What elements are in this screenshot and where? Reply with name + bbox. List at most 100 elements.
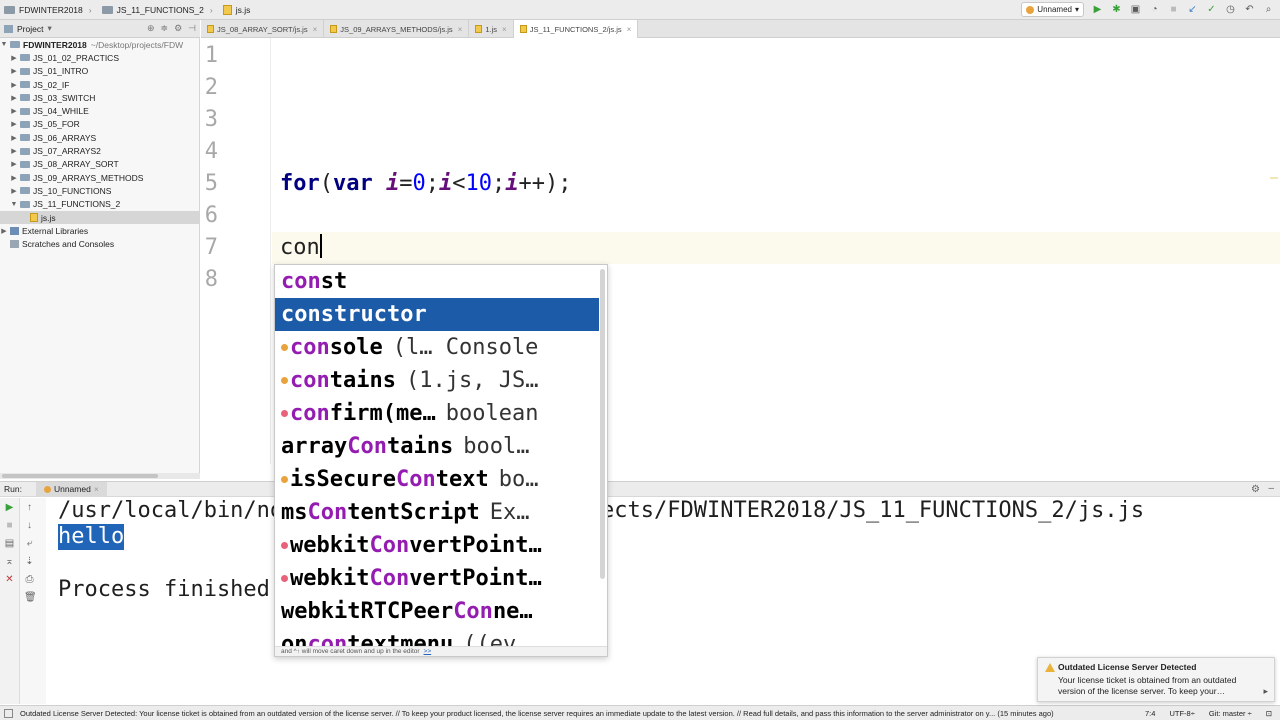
scroll-down-icon[interactable]: ↓ [24, 520, 35, 531]
caret-position[interactable]: 7:4 [1145, 709, 1155, 718]
trash-icon[interactable]: 🗑 [24, 592, 37, 603]
breadcrumb-file[interactable]: js.js [219, 0, 257, 20]
scroll-end-icon[interactable]: ⇣ [24, 556, 35, 567]
locate-icon[interactable]: ⊕ [147, 23, 155, 34]
scrollbar-thumb[interactable] [2, 474, 158, 478]
expand-arrow-icon[interactable]: ▶ [10, 81, 18, 89]
expand-arrow-icon[interactable]: ▼ [10, 201, 18, 208]
completion-item[interactable]: ms Con tentScript Ex… [275, 496, 599, 529]
close-icon[interactable]: × [502, 25, 507, 34]
print-icon[interactable]: ⎙ [24, 574, 35, 585]
minimize-icon[interactable]: – [1268, 483, 1274, 494]
expand-arrow-icon[interactable]: ▶ [10, 94, 18, 102]
gear-icon[interactable]: ⚙ [1251, 484, 1260, 495]
tree-item[interactable]: ▶ JS_06_ARRAYS [0, 131, 199, 144]
completion-item[interactable]: webkit Con vertPoint… [275, 529, 599, 562]
expand-arrow-icon[interactable]: ▶ [0, 227, 8, 235]
completion-item[interactable]: con sole (l… Console [275, 331, 599, 364]
tool-window-toggle-icon[interactable] [4, 709, 13, 718]
expand-icon[interactable]: ▸ [1263, 686, 1268, 697]
run-configuration-select[interactable]: Unnamed ▾ [1021, 2, 1084, 17]
close-icon[interactable]: × [313, 25, 318, 34]
expand-arrow-icon[interactable]: ▶ [10, 187, 18, 195]
tree-item[interactable]: ▶ JS_01_INTRO [0, 65, 199, 78]
tree-item[interactable]: ▶ JS_08_ARRAY_SORT [0, 158, 199, 171]
status-message[interactable]: Outdated License Server Detected: Your l… [0, 709, 1080, 718]
tree-item[interactable]: ▶ JS_09_ARRAYS_METHODS [0, 171, 199, 184]
tree-item[interactable]: ▶ JS_10_FUNCTIONS [0, 184, 199, 197]
git-branch[interactable]: Git: master ÷ [1209, 709, 1252, 718]
vcs-update-icon[interactable]: ↙ [1187, 4, 1198, 15]
expand-arrow-icon[interactable]: ▶ [10, 120, 18, 128]
chevron-down-icon[interactable]: ▾ [47, 23, 51, 34]
completion-item[interactable]: array Con tains bool… [275, 430, 599, 463]
expand-arrow-icon[interactable]: ▶ [10, 134, 18, 142]
license-notification[interactable]: Outdated License Server Detected Your li… [1037, 657, 1275, 702]
run-tab[interactable]: Unnamed × [35, 481, 107, 497]
tree-item[interactable]: ▶ JS_07_ARRAYS2 [0, 144, 199, 157]
expand-arrow-icon[interactable]: ▶ [10, 107, 18, 115]
collapse-icon[interactable]: ≑ [161, 23, 169, 34]
code-line-5[interactable]: for(var i=0;i<10;i++); [280, 168, 572, 200]
tree-item[interactable]: ▶ JS_01_02_PRACTICS [0, 51, 199, 64]
tree-item[interactable]: ▶ JS_02_IF [0, 78, 199, 91]
pin-icon[interactable]: ⌅ [4, 556, 15, 567]
tree-item-external-libraries[interactable]: ▶ External Libraries [0, 224, 199, 237]
completion-item[interactable]: con firm(me… boolean [275, 397, 599, 430]
completion-item[interactable]: webkitRTCPeer Con ne… [275, 595, 599, 628]
hide-icon[interactable]: ⊣ [188, 23, 196, 34]
tree-item-scratches[interactable]: Scratches and Consoles [0, 237, 199, 250]
tree-item[interactable]: ▶ JS_05_FOR [0, 118, 199, 131]
debug-icon[interactable]: ✱ [1111, 4, 1122, 15]
revert-icon[interactable]: ↶ [1244, 4, 1255, 15]
expand-arrow-icon[interactable]: ▶ [10, 174, 18, 182]
close-icon[interactable]: × [458, 25, 463, 34]
breadcrumb-project[interactable]: FDWINTER2018 › [0, 0, 98, 20]
gear-icon[interactable]: ⚙ [174, 23, 182, 34]
scroll-up-icon[interactable]: ↑ [24, 502, 35, 513]
tab-js-08[interactable]: JS_08_ARRAY_SORT/js.js × [201, 20, 325, 38]
completion-item[interactable]: con st [275, 265, 599, 298]
vcs-commit-icon[interactable]: ✓ [1206, 4, 1217, 15]
code-completion-popup[interactable]: con st con structor con sole (l… Console con… [274, 264, 608, 657]
tree-root[interactable]: ▼ FDWINTER2018 ~/Desktop/projects/FDW [0, 38, 199, 51]
completion-item-selected[interactable]: con structor [275, 298, 599, 331]
restore-layout-icon[interactable]: ▤ [4, 538, 15, 549]
tab-js-09[interactable]: JS_09_ARRAYS_METHODS/js.js × [324, 20, 470, 38]
expand-arrow-icon[interactable]: ▶ [10, 54, 18, 62]
close-icon[interactable]: × [94, 484, 99, 494]
tree-item[interactable]: ▶ JS_03_SWITCH [0, 91, 199, 104]
history-icon[interactable]: ◷ [1225, 4, 1236, 15]
profile-icon[interactable]: ◔ [1149, 4, 1160, 15]
expand-arrow-icon[interactable]: ▶ [10, 160, 18, 168]
close-icon[interactable]: × [627, 25, 632, 34]
run-icon[interactable]: ▶ [1092, 4, 1103, 15]
soft-wrap-icon[interactable]: ⤶ [24, 538, 35, 549]
completion-item[interactable]: isSecure Con text bo… [275, 463, 599, 496]
expand-arrow-icon[interactable]: ▶ [10, 67, 18, 75]
file-encoding[interactable]: UTF-8÷ [1169, 709, 1194, 718]
search-everywhere-icon[interactable]: ⌕ [1263, 4, 1274, 15]
expand-arrow-icon[interactable]: ▼ [0, 41, 8, 48]
tree-item-open-file[interactable]: js.js [0, 210, 199, 225]
rerun-icon[interactable]: ▶ [4, 502, 15, 513]
tab-js-11-active[interactable]: JS_11_FUNCTIONS_2/js.js × [513, 20, 639, 38]
breadcrumb-folder[interactable]: JS_11_FUNCTIONS_2 › [98, 0, 219, 20]
tree-item[interactable]: ▶ JS_04_WHILE [0, 104, 199, 117]
code-line-7[interactable]: con [280, 232, 322, 264]
tab-1-js[interactable]: 1.js × [469, 20, 514, 38]
expand-arrow-icon[interactable]: ▶ [10, 147, 18, 155]
completion-item[interactable]: webkit Con vertPoint… [275, 562, 599, 595]
project-panel-title[interactable]: Project [17, 24, 43, 34]
hint-link[interactable]: >> [424, 648, 432, 655]
lock-icon[interactable]: ⊡ [1266, 709, 1272, 718]
coverage-icon[interactable]: ▣ [1130, 4, 1141, 15]
completion-scrollbar[interactable] [600, 269, 605, 579]
method-marker-icon [281, 410, 288, 417]
project-horizontal-scrollbar[interactable] [0, 473, 200, 479]
tree-item[interactable]: ▼ JS_11_FUNCTIONS_2 [0, 198, 199, 211]
stop-icon[interactable]: ■ [1168, 4, 1179, 15]
completion-item[interactable]: con tains (1.js, JS… [275, 364, 599, 397]
close-run-icon[interactable]: ✕ [4, 574, 15, 585]
stop-icon[interactable]: ■ [4, 520, 15, 531]
